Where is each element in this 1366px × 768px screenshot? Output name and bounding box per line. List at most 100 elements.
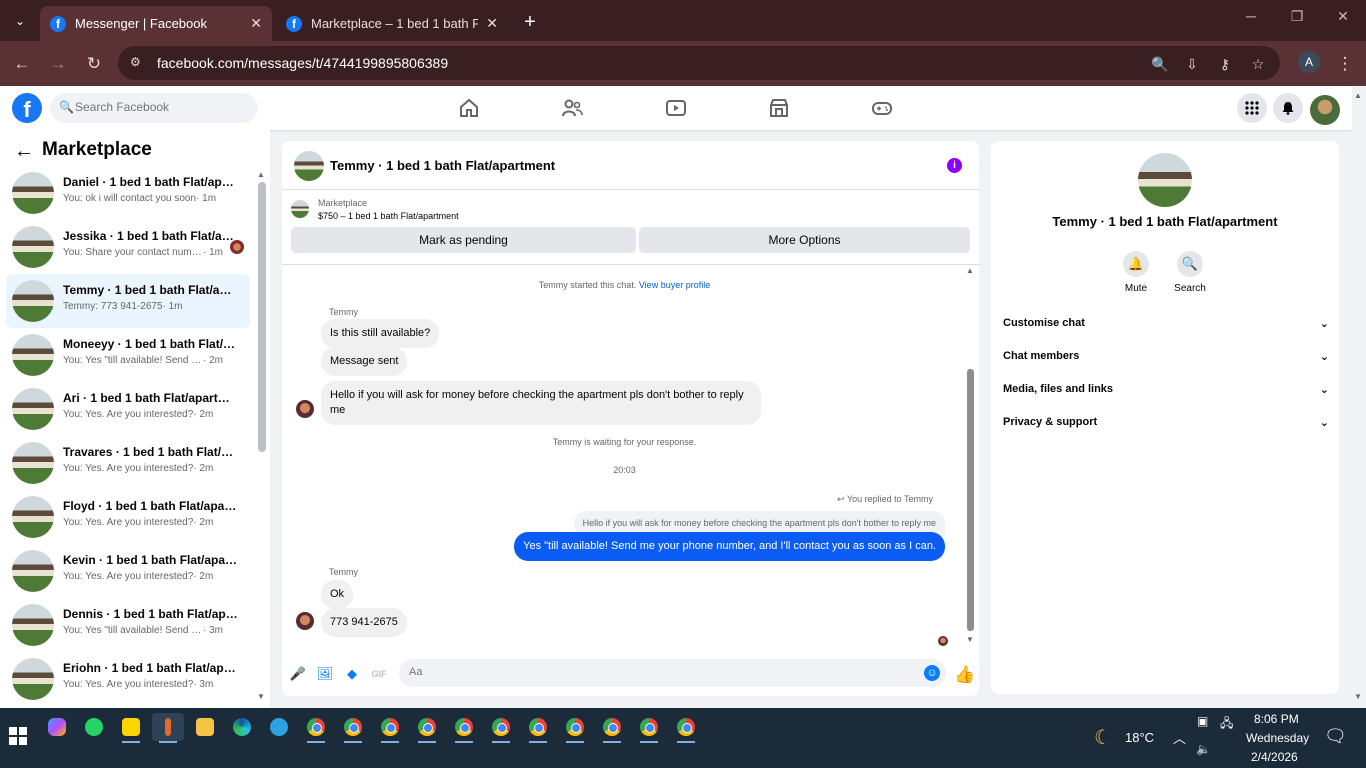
sender-avatar[interactable]: [296, 612, 314, 630]
mute-action[interactable]: 🔔 Mute: [1106, 251, 1166, 294]
notifications-bell-icon[interactable]: [1273, 93, 1303, 123]
list-scrollbar[interactable]: [258, 182, 266, 452]
copilot-icon[interactable]: [41, 713, 73, 741]
close-window-icon[interactable]: ✕: [1320, 8, 1366, 25]
weather-moon-icon[interactable]: ☾: [1094, 725, 1112, 750]
conversation-item[interactable]: Kevin · 1 bed 1 bath Flat/apartment You: …: [6, 544, 250, 598]
show-hidden-icons-chevron-icon[interactable]: ︿: [1173, 728, 1186, 747]
reload-icon[interactable]: ↻: [81, 51, 107, 77]
microphone-icon[interactable]: 🎤: [289, 665, 307, 683]
sticker-icon[interactable]: ◆: [343, 665, 361, 683]
conversation-item[interactable]: Dennis · 1 bed 1 bath Flat/apartment You:…: [6, 598, 250, 652]
listing-price-title[interactable]: $750 – 1 bed 1 bath Flat/apartment: [318, 211, 459, 221]
menu-grid-icon[interactable]: [1237, 93, 1267, 123]
conversation-item[interactable]: Floyd · 1 bed 1 bath Flat/apartment You: …: [6, 490, 250, 544]
marketplace-icon[interactable]: [768, 97, 790, 119]
back-icon[interactable]: ←: [9, 51, 35, 77]
tab-messenger[interactable]: f Messenger | Facebook ✕: [40, 6, 272, 41]
conversation-item-active[interactable]: Temmy · 1 bed 1 bath Flat/apartment Temmy…: [6, 274, 250, 328]
volume-icon[interactable]: 🔈: [1196, 742, 1211, 756]
restore-icon[interactable]: ❐: [1274, 8, 1320, 25]
video-icon[interactable]: [665, 97, 687, 119]
chrome-icon[interactable]: [596, 713, 628, 743]
edge-icon[interactable]: [226, 713, 258, 741]
clock-day[interactable]: Wednesday: [1246, 731, 1309, 745]
mark-as-pending-button[interactable]: Mark as pending: [291, 227, 636, 253]
thumbs-up-icon[interactable]: 👍: [954, 665, 975, 685]
emoji-icon[interactable]: ☺: [924, 665, 940, 681]
tab-marketplace[interactable]: f Marketplace – 1 bed 1 bath Flat/apartm…: [276, 6, 508, 41]
chrome-icon[interactable]: [633, 713, 665, 743]
chat-scrollbar[interactable]: [967, 369, 974, 631]
browser-profile-avatar[interactable]: A: [1298, 51, 1320, 73]
address-bar[interactable]: ⚙ facebook.com/messages/t/47441998958063…: [118, 46, 1280, 80]
conversation-item[interactable]: Ari · 1 bed 1 bath Flat/apartment You: Ye…: [6, 382, 250, 436]
conversation-item[interactable]: Travares · 1 bed 1 bath Flat/apartment Yo…: [6, 436, 250, 490]
gif-icon[interactable]: GIF: [370, 665, 388, 683]
home-icon[interactable]: [458, 97, 480, 119]
conversation-item[interactable]: Daniel · 1 bed 1 bath Flat/apartment You:…: [6, 166, 250, 220]
conversation-item[interactable]: Moneeyy · 1 bed 1 bath Flat/apartment You…: [6, 328, 250, 382]
search-action[interactable]: 🔍 Search: [1160, 251, 1220, 294]
browser-menu-icon[interactable]: ⋮: [1332, 51, 1358, 77]
zoom-icon[interactable]: 🔍: [1150, 54, 1170, 74]
facebook-search[interactable]: 🔍: [50, 93, 258, 123]
whatsapp-icon[interactable]: [78, 713, 110, 741]
app-pinned-icon[interactable]: [152, 713, 184, 743]
chrome-icon[interactable]: [337, 713, 369, 743]
new-tab-icon[interactable]: +: [518, 10, 542, 34]
message-input[interactable]: [409, 666, 909, 678]
chat-title[interactable]: Temmy · 1 bed 1 bath Flat/apartment: [330, 158, 555, 173]
weather-temperature[interactable]: 18°C: [1125, 730, 1154, 745]
chat-members-section[interactable]: Chat members ⌄: [1003, 350, 1329, 370]
conversation-item[interactable]: Jessika · 1 bed 1 bath Flat/apartment You…: [6, 220, 250, 274]
bookmark-star-icon[interactable]: ☆: [1248, 54, 1268, 74]
network-icon[interactable]: 🖧: [1220, 714, 1233, 735]
clock-date[interactable]: 2/4/2026: [1251, 750, 1298, 764]
install-app-icon[interactable]: ⇩: [1182, 54, 1202, 74]
chrome-icon[interactable]: [522, 713, 554, 743]
forward-icon[interactable]: →: [45, 51, 71, 77]
close-tab-icon[interactable]: ✕: [486, 15, 498, 32]
notification-center-icon[interactable]: 🗨: [1324, 726, 1347, 747]
account-avatar[interactable]: [1310, 95, 1340, 125]
chat-listing-photo[interactable]: [294, 151, 324, 181]
friends-icon[interactable]: [561, 97, 583, 119]
chrome-icon[interactable]: [559, 713, 591, 743]
scroll-up-arrow-icon[interactable]: ▲: [257, 170, 265, 179]
minimize-icon[interactable]: ─: [1228, 8, 1274, 24]
page-scroll-up-icon[interactable]: ▲: [1354, 91, 1362, 100]
scroll-down-arrow-icon[interactable]: ▼: [257, 692, 265, 701]
chrome-icon[interactable]: [300, 713, 332, 743]
view-buyer-profile-link[interactable]: View buyer profile: [639, 280, 710, 290]
facebook-logo-icon[interactable]: f: [12, 93, 42, 123]
listing-thumbnail[interactable]: [291, 200, 309, 218]
scroll-up-arrow-icon[interactable]: ▲: [966, 266, 974, 275]
chat-info-listing-photo[interactable]: [1138, 153, 1192, 207]
telegram-icon[interactable]: [263, 713, 295, 741]
file-explorer-icon[interactable]: [189, 713, 221, 741]
site-info-icon[interactable]: ⚙: [130, 55, 146, 71]
info-icon[interactable]: i: [947, 158, 962, 173]
chrome-icon[interactable]: [670, 713, 702, 743]
photo-icon[interactable]: 🖼: [316, 665, 334, 683]
page-scroll-down-icon[interactable]: ▼: [1354, 692, 1362, 701]
more-options-button[interactable]: More Options: [639, 227, 970, 253]
clock-time[interactable]: 8:06 PM: [1254, 712, 1299, 726]
chrome-icon[interactable]: [485, 713, 517, 743]
gaming-icon[interactable]: [871, 97, 893, 119]
chrome-icon[interactable]: [411, 713, 443, 743]
back-arrow-icon[interactable]: ←: [14, 140, 34, 163]
tab-search-chevron-icon[interactable]: ⌄: [8, 9, 32, 33]
chrome-icon[interactable]: [448, 713, 480, 743]
sticky-notes-icon[interactable]: [115, 713, 147, 743]
privacy-support-section[interactable]: Privacy & support ⌄: [1003, 416, 1329, 436]
close-tab-icon[interactable]: ✕: [250, 15, 262, 32]
bell-icon[interactable]: 🔔: [1123, 251, 1149, 277]
windows-start-icon[interactable]: [2, 722, 34, 750]
scroll-down-arrow-icon[interactable]: ▼: [966, 635, 974, 644]
page-scrollbar[interactable]: [1352, 86, 1366, 708]
message-input-box[interactable]: ☺: [399, 659, 946, 687]
sender-avatar[interactable]: [296, 400, 314, 418]
conversation-item[interactable]: Eriohn · 1 bed 1 bath Flat/apartment You:…: [6, 652, 250, 706]
